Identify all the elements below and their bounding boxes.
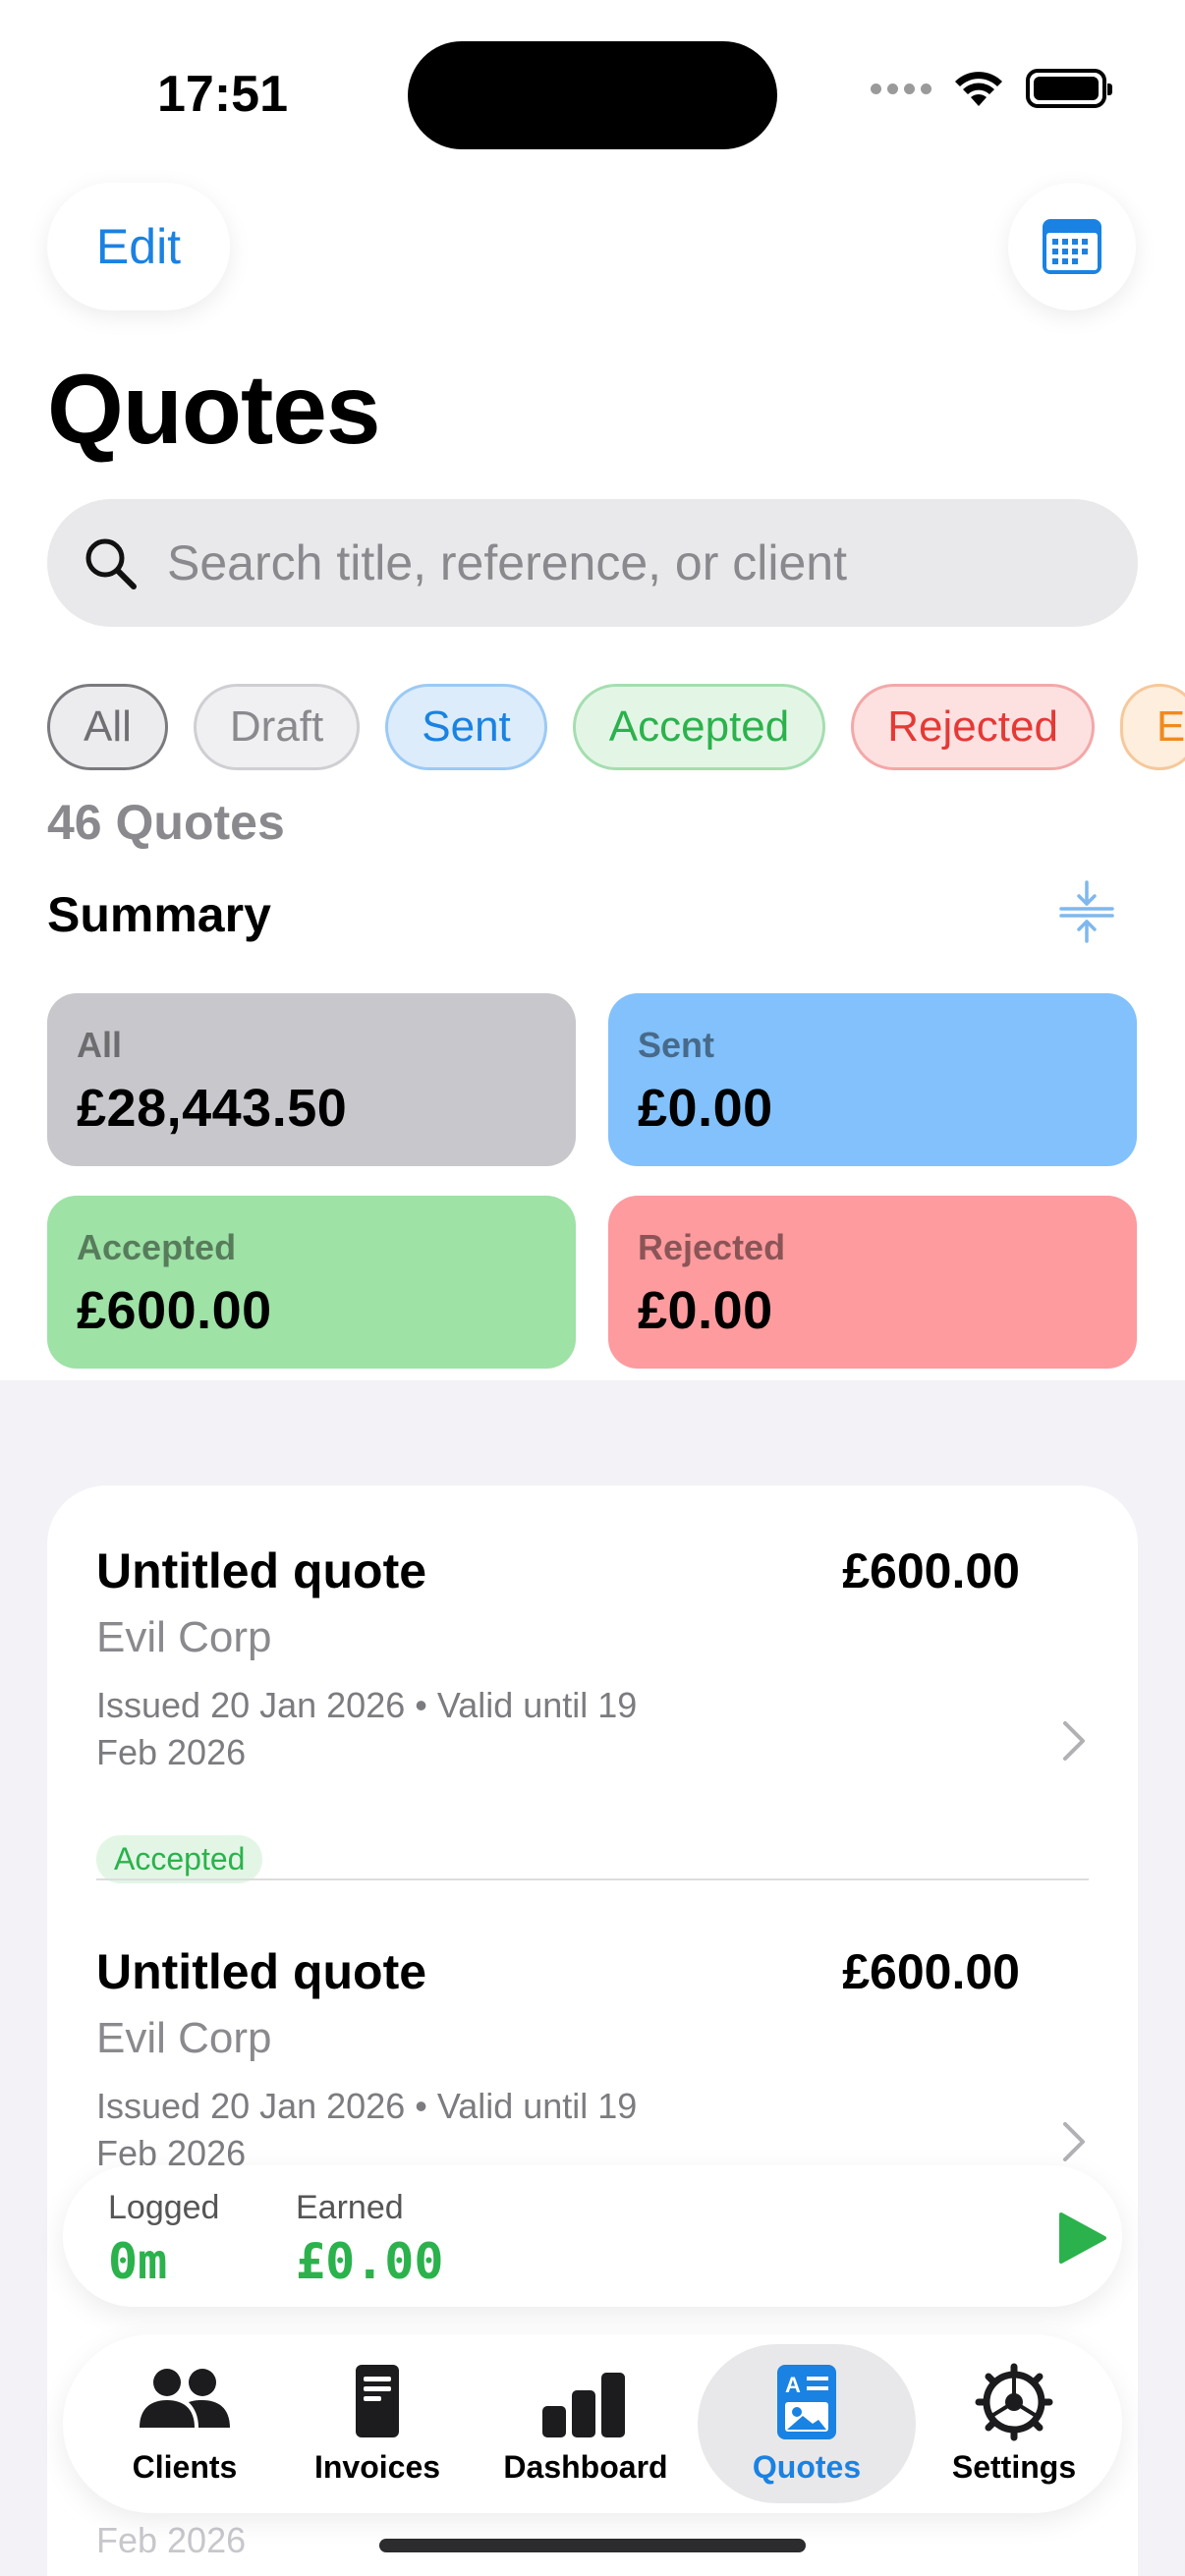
quote-row[interactable]: Untitled quote £600.00 Evil Corp Issued … bbox=[96, 1943, 1089, 2199]
search-input[interactable]: Search title, reference, or client bbox=[47, 499, 1138, 627]
summary-card-label: All bbox=[77, 1025, 123, 1065]
tab-clients[interactable]: Clients bbox=[79, 2334, 291, 2513]
status-time: 17:51 bbox=[157, 66, 288, 123]
cellular-icon bbox=[871, 83, 931, 94]
tab-label: Quotes bbox=[752, 2448, 862, 2485]
tab-invoices[interactable]: Invoices bbox=[279, 2334, 476, 2513]
earned-group: Earned £0.00 bbox=[296, 2189, 444, 2290]
summary-card-label: Accepted bbox=[77, 1227, 237, 1267]
people-icon bbox=[140, 2368, 230, 2428]
tab-quotes[interactable]: A Quotes bbox=[698, 2334, 916, 2513]
quote-amount: £600.00 bbox=[842, 1543, 1020, 1598]
quote-amount: £600.00 bbox=[842, 1944, 1020, 1999]
home-indicator bbox=[379, 2539, 806, 2552]
summary-card-value: £0.00 bbox=[638, 1281, 773, 1340]
time-tracker-bar: Logged 0m Earned £0.00 bbox=[63, 2165, 1122, 2307]
collapse-icon[interactable] bbox=[1057, 880, 1116, 943]
play-icon[interactable] bbox=[1053, 2211, 1108, 2266]
filter-chip-partial[interactable]: E bbox=[1119, 684, 1185, 770]
search-placeholder: Search title, reference, or client bbox=[167, 535, 847, 590]
quote-client: Evil Corp bbox=[96, 2014, 272, 2062]
bar-chart-icon bbox=[542, 2372, 625, 2437]
quote-icon: A bbox=[777, 2364, 836, 2439]
summary-card-rejected[interactable]: Rejected £0.00 bbox=[608, 1196, 1137, 1369]
tab-label: Clients bbox=[132, 2448, 238, 2485]
tab-label: Settings bbox=[951, 2448, 1077, 2485]
tab-label: Dashboard bbox=[503, 2448, 668, 2485]
filter-chip-accepted[interactable]: Accepted bbox=[572, 684, 826, 770]
summary-card-label: Rejected bbox=[638, 1227, 786, 1267]
dynamic-island bbox=[408, 41, 777, 149]
calendar-button[interactable] bbox=[1008, 183, 1136, 310]
summary-card-value: £0.00 bbox=[638, 1079, 773, 1138]
gear-icon bbox=[975, 2363, 1053, 2440]
tab-label: Invoices bbox=[313, 2448, 441, 2485]
page-title: Quotes bbox=[47, 355, 380, 465]
quote-row[interactable]: Untitled quote £600.00 Evil Corp Issued … bbox=[96, 1542, 1089, 1883]
summary-card-value: £28,443.50 bbox=[77, 1079, 348, 1138]
chevron-right-icon bbox=[1063, 1721, 1085, 1761]
peek-row-dates: Feb 2026 bbox=[96, 2520, 247, 2560]
quote-dates: Issued 20 Jan 2026 • Valid until 19 Feb … bbox=[96, 1685, 638, 1772]
quote-title: Untitled quote bbox=[96, 1543, 427, 1598]
filter-chip-sent[interactable]: Sent bbox=[385, 684, 547, 770]
summary-card-value: £600.00 bbox=[77, 1281, 272, 1340]
wifi-icon bbox=[955, 72, 1002, 106]
filter-chips: All Draft Sent Accepted Rejected E bbox=[47, 684, 1185, 770]
logged-label: Logged bbox=[108, 2189, 220, 2226]
document-icon bbox=[356, 2364, 399, 2437]
chevron-right-icon bbox=[1063, 2122, 1085, 2161]
earned-value: £0.00 bbox=[296, 2233, 444, 2290]
logged-group: Logged 0m bbox=[108, 2189, 219, 2290]
quote-dates: Issued 20 Jan 2026 • Valid until 19 Feb … bbox=[96, 2086, 638, 2173]
status-icons bbox=[871, 69, 1112, 108]
filter-chip-all[interactable]: All bbox=[47, 684, 168, 770]
edit-button[interactable]: Edit bbox=[47, 183, 230, 310]
battery-icon bbox=[1026, 69, 1112, 108]
summary-card-sent[interactable]: Sent £0.00 bbox=[608, 993, 1137, 1166]
filter-chip-draft[interactable]: Draft bbox=[193, 684, 361, 770]
summary-card-all[interactable]: All £28,443.50 bbox=[47, 993, 576, 1166]
search-icon bbox=[85, 538, 137, 589]
row-divider bbox=[96, 1878, 1089, 1880]
summary-title: Summary bbox=[47, 887, 271, 942]
summary-card-label: Sent bbox=[638, 1025, 715, 1065]
tab-dashboard[interactable]: Dashboard bbox=[476, 2334, 696, 2513]
logged-value: 0m bbox=[108, 2233, 168, 2290]
tab-bar: Clients Invoices Dashboard A Quotes Sett… bbox=[63, 2334, 1122, 2513]
summary-card-accepted[interactable]: Accepted £600.00 bbox=[47, 1196, 576, 1369]
filter-chip-rejected[interactable]: Rejected bbox=[851, 684, 1095, 770]
calendar-icon bbox=[1043, 219, 1101, 274]
quote-client: Evil Corp bbox=[96, 1613, 272, 1661]
quote-count: 46 Quotes bbox=[47, 795, 285, 850]
tab-settings[interactable]: Settings bbox=[916, 2334, 1112, 2513]
quote-title: Untitled quote bbox=[96, 1944, 427, 1999]
earned-label: Earned bbox=[296, 2189, 404, 2226]
status-badge: Accepted bbox=[96, 1835, 263, 1883]
svg-text:A: A bbox=[785, 2373, 801, 2397]
